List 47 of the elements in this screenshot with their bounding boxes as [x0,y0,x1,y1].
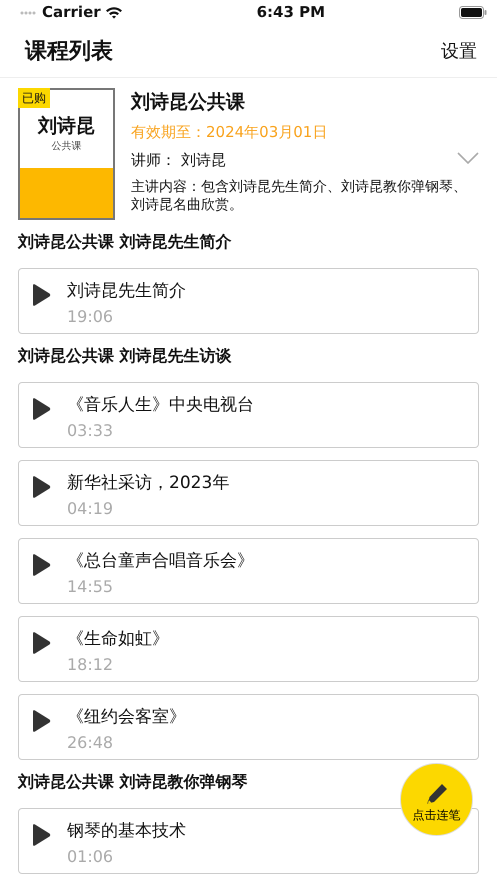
play-icon [31,553,51,577]
play-icon [31,475,51,499]
course-description: 主讲内容：包含刘诗昆先生简介、刘诗昆教你弹钢琴、刘诗昆名曲欣赏。 [131,178,468,216]
wifi-icon [104,6,123,19]
purchased-tag: 已购 [18,88,50,108]
lesson-title: 《纽约会客室》 [67,706,186,729]
play-icon [31,631,51,655]
lesson-item[interactable]: 《音乐人生》中央电视台 03:33 [18,382,479,448]
page-title: 课程列表 [25,38,113,66]
lesson-duration: 03:33 [67,420,114,442]
lesson-duration: 19:06 [67,306,114,328]
play-icon [31,397,51,421]
validity-text: 有效期至：2024年03月01日 [131,122,328,142]
lesson-item[interactable]: 新华社采访，2023年 04:19 [18,460,479,526]
carrier-name: Carrier [42,2,101,24]
lesson-duration: 14:55 [67,576,114,598]
play-icon [31,823,51,847]
play-icon [31,283,51,307]
teacher-text: 讲师： 刘诗昆 [131,150,227,171]
lesson-item[interactable]: 《纽约会客室》 26:48 [18,694,479,760]
course-title: 刘诗昆公共课 [131,90,246,115]
lesson-duration: 04:19 [67,498,114,520]
expand-icon[interactable] [457,152,479,166]
lesson-duration: 26:48 [67,732,114,754]
section-title: 刘诗昆公共课 刘诗昆先生简介 [18,232,232,251]
lesson-title: 《音乐人生》中央电视台 [67,394,254,417]
lesson-duration: 01:06 [67,846,114,868]
play-icon [31,709,51,733]
lesson-item[interactable]: 《生命如虹》 18:12 [18,616,479,682]
cover-title: 刘诗昆 [38,115,95,137]
section-title: 刘诗昆公共课 刘诗昆教你弹钢琴 [18,772,248,791]
lesson-title: 新华社采访，2023年 [67,472,230,495]
pencil-icon [424,782,448,806]
lesson-title: 《总台童声合唱音乐会》 [67,550,254,573]
lesson-duration: 18:12 [67,654,114,676]
battery-icon [459,6,487,19]
clock-time: 6:43 PM [256,3,326,22]
settings-button[interactable]: 设置 [441,38,477,64]
lesson-item[interactable]: 刘诗昆先生简介 19:06 [18,268,479,334]
lesson-title: 刘诗昆先生简介 [67,280,186,303]
lesson-title: 《生命如虹》 [67,628,169,651]
pencil-button[interactable]: 点击连笔 [400,763,473,836]
signal-icon [20,10,38,14]
section-title: 刘诗昆公共课 刘诗昆先生访谈 [18,346,232,365]
lesson-title: 钢琴的基本技术 [67,820,186,843]
lesson-item[interactable]: 《总台童声合唱音乐会》 14:55 [18,538,479,604]
cover-subtitle: 公共课 [52,140,82,152]
